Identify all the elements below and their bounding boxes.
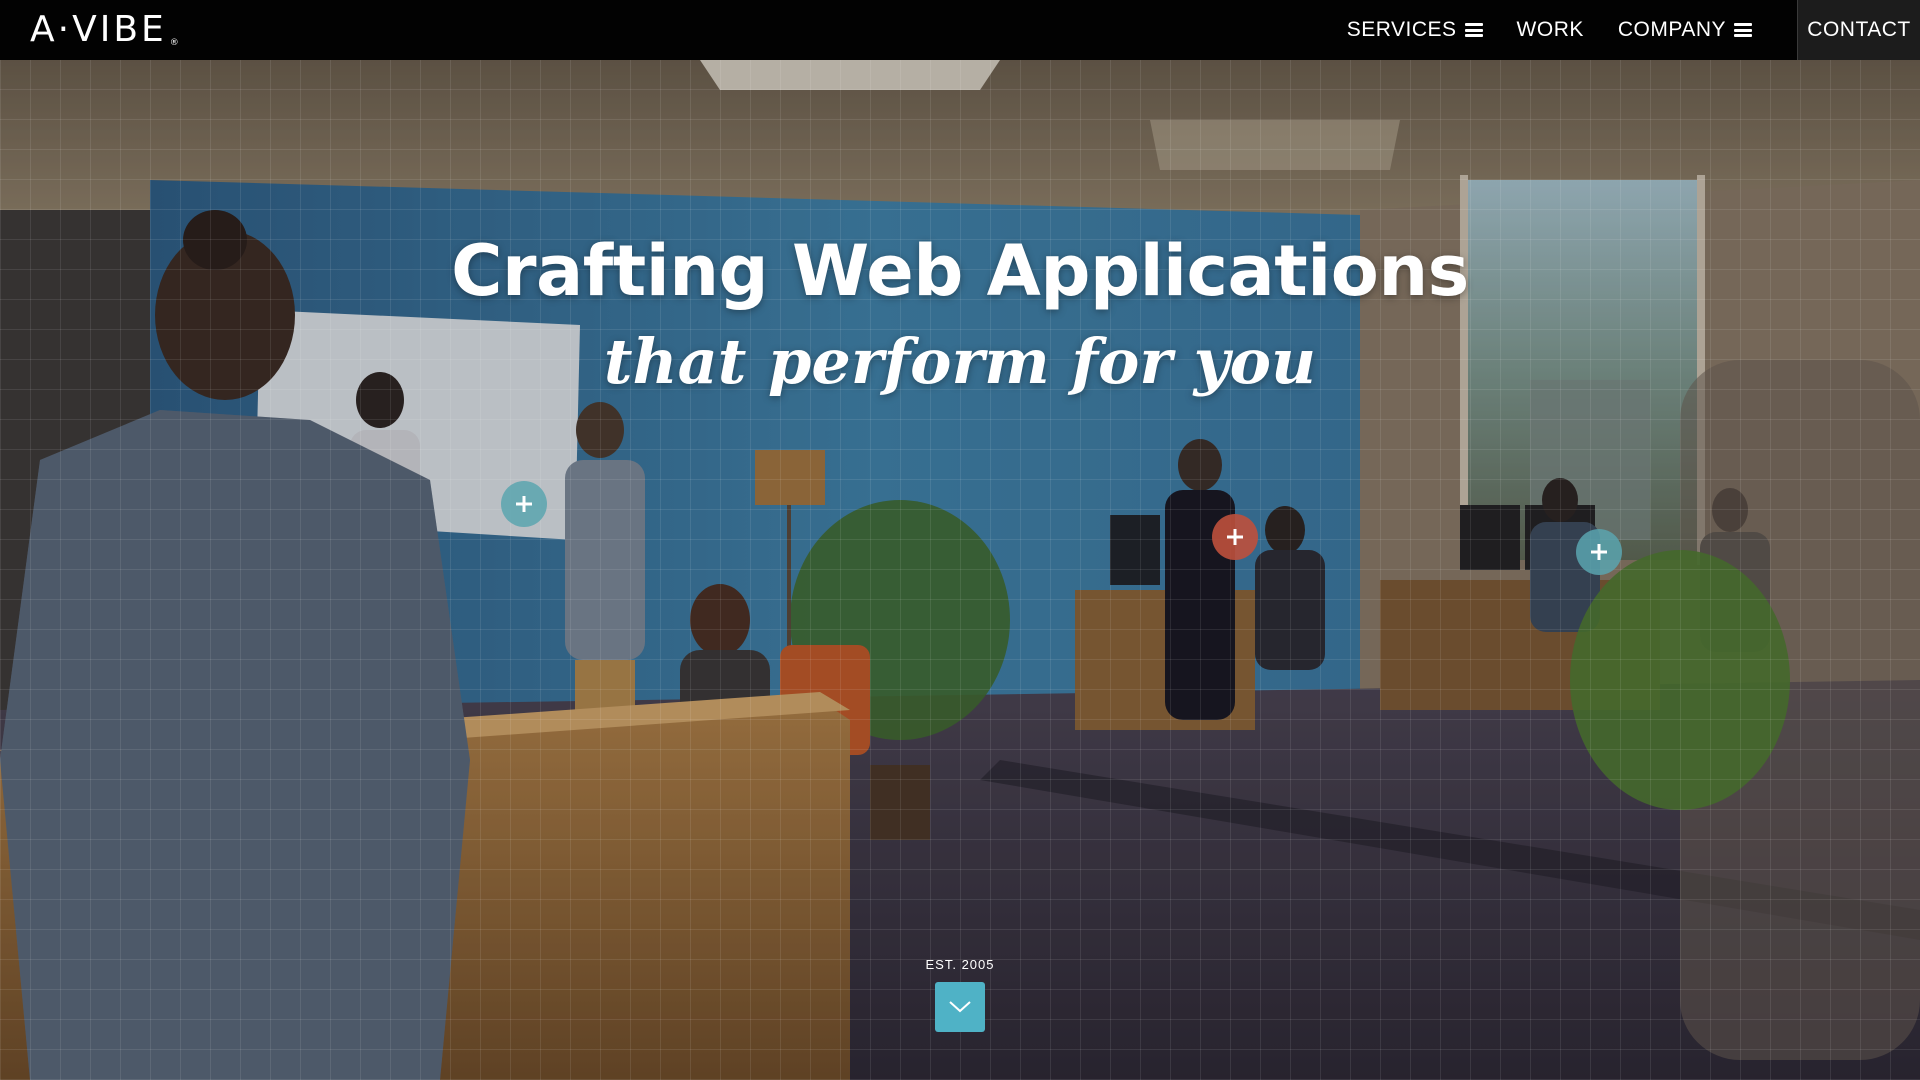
- office-background-image: [0, 60, 1920, 1080]
- scroll-down-button[interactable]: [935, 982, 985, 1032]
- chevron-down-icon: [949, 1001, 971, 1013]
- main-nav: SERVICES WORK COMPANY CONTACT: [1330, 0, 1920, 60]
- hotspot-team[interactable]: [1212, 514, 1258, 560]
- nav-services[interactable]: SERVICES: [1330, 0, 1500, 60]
- site-header: A·VIBE ® SERVICES WORK COMPANY CONTACT: [0, 0, 1920, 60]
- hero-section: Crafting Web Applications that perform f…: [0, 60, 1920, 1080]
- nav-services-label: SERVICES: [1346, 18, 1457, 41]
- hotspot-developers[interactable]: [1576, 529, 1622, 575]
- plus-icon: [1591, 544, 1607, 560]
- established-label: EST. 2005: [925, 957, 995, 972]
- hamburger-icon: [1734, 23, 1752, 37]
- hero-subheadline: that perform for you: [603, 325, 1317, 398]
- plus-icon: [1227, 529, 1243, 545]
- hamburger-icon: [1464, 23, 1483, 37]
- logo-text: A·VIBE: [30, 9, 167, 50]
- hero-headline: Crafting Web Applications: [451, 230, 1469, 312]
- nav-contact-label: CONTACT: [1807, 18, 1911, 41]
- hotspot-whiteboard[interactable]: [501, 481, 547, 527]
- nav-work[interactable]: WORK: [1500, 0, 1601, 60]
- nav-company[interactable]: COMPANY: [1601, 0, 1769, 60]
- site-logo[interactable]: A·VIBE ®: [30, 9, 179, 50]
- nav-company-label: COMPANY: [1617, 18, 1726, 41]
- plus-icon: [516, 496, 532, 512]
- registered-mark: ®: [169, 38, 179, 48]
- nav-contact[interactable]: CONTACT: [1797, 0, 1920, 60]
- nav-work-label: WORK: [1516, 18, 1584, 41]
